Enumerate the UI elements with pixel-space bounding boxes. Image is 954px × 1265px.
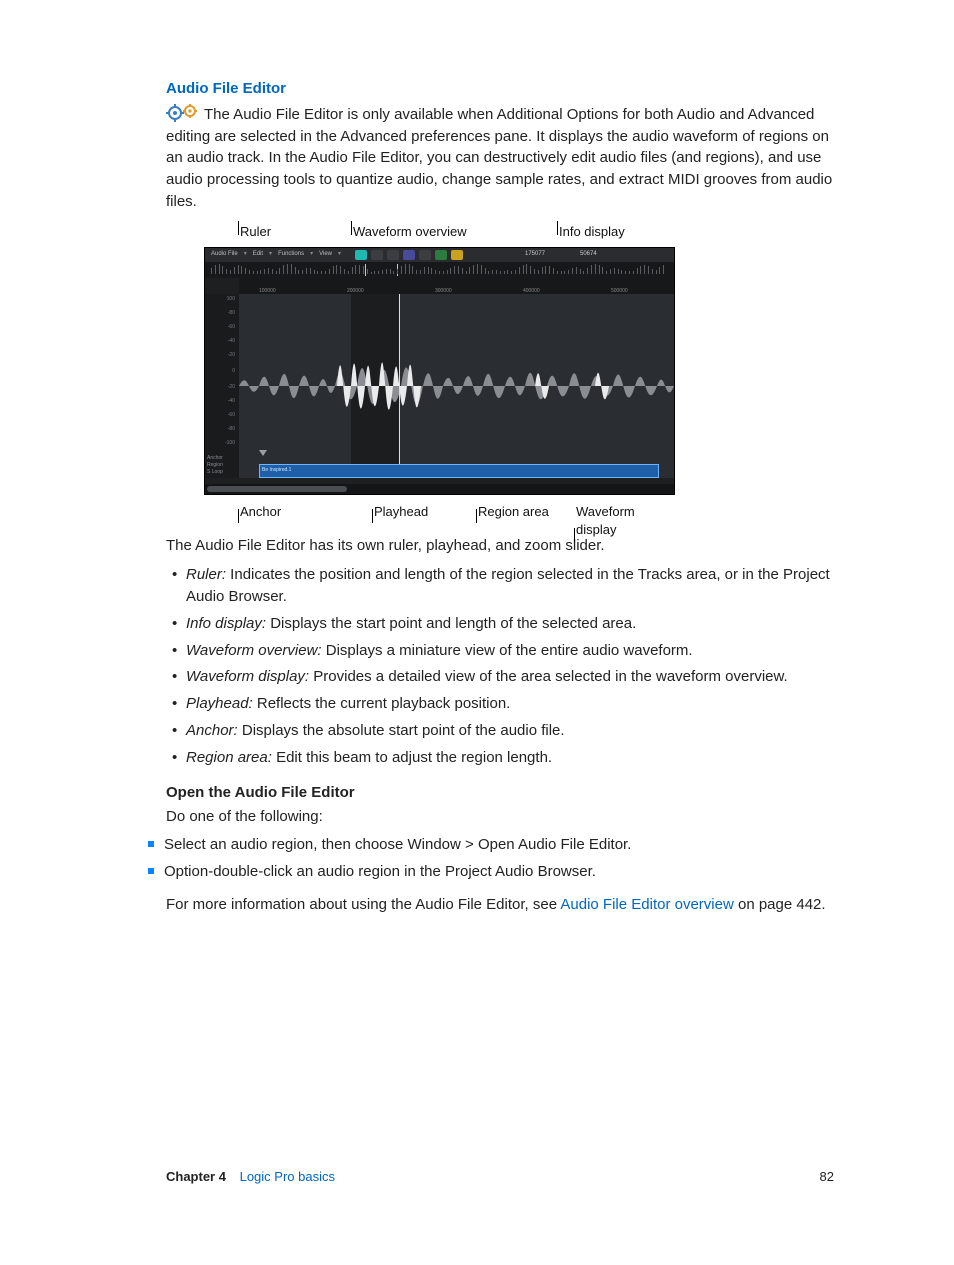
definitions-list: Ruler: Indicates the position and length…	[166, 564, 834, 768]
term: Info display:	[186, 615, 266, 632]
square-bullet-icon	[148, 841, 154, 847]
tool-chip[interactable]	[419, 250, 431, 260]
definition: Reflects the current playback position.	[253, 695, 511, 712]
playhead[interactable]	[399, 294, 400, 478]
annot-region-area: Region area	[478, 503, 549, 522]
gutter-label: -80	[205, 426, 235, 433]
term: Playhead:	[186, 695, 253, 712]
page-footer: Chapter 4 Logic Pro basics 82	[166, 1168, 834, 1187]
amplitude-gutter: 100 -80 -60 -40 -20 0 -20 -40 -60 -80 -1…	[205, 294, 239, 478]
tool-chip[interactable]	[435, 250, 447, 260]
annot-waveform-overview: Waveform overview	[353, 223, 467, 242]
annotations-bottom: Anchor Playhead Region area Waveform dis…	[204, 495, 673, 523]
gutter-label: -20	[205, 352, 235, 359]
term: Waveform display:	[186, 668, 309, 685]
subheading: Open the Audio File Editor	[166, 782, 834, 804]
sub-intro: Do one of the following:	[166, 806, 834, 828]
definition: Displays the start point and length of t…	[266, 615, 636, 632]
gutter-label: -60	[205, 412, 235, 419]
info-display-length: 50674	[580, 250, 597, 259]
tool-chip[interactable]	[451, 250, 463, 260]
list-item: Ruler: Indicates the position and length…	[166, 564, 834, 608]
region-area[interactable]: Be Inspired.1	[259, 464, 659, 478]
term: Ruler:	[186, 566, 226, 583]
waveform-svg	[239, 294, 674, 478]
editor-menubar: Audio File▾ Edit▾ Functions▾ View▾ 17507…	[205, 248, 674, 262]
term: Anchor:	[186, 722, 238, 739]
step-text: Option-double-click an audio region in t…	[164, 863, 596, 880]
annot-playhead: Playhead	[374, 503, 428, 522]
gutter-label: -40	[205, 338, 235, 345]
steps-list: Select an audio region, then choose Wind…	[166, 834, 834, 883]
list-item: Select an audio region, then choose Wind…	[148, 834, 834, 856]
intro-paragraph: The Audio File Editor is only available …	[166, 104, 834, 213]
list-item: Waveform display: Provides a detailed vi…	[166, 666, 834, 688]
closing-text-b: on page 442.	[734, 896, 826, 913]
scrollbar[interactable]	[205, 484, 674, 494]
definition: Indicates the position and length of the…	[186, 566, 830, 605]
scroll-thumb[interactable]	[207, 486, 347, 492]
waveform-overview[interactable]	[205, 262, 674, 278]
footer-title: Logic Pro basics	[240, 1169, 335, 1184]
list-item: Playhead: Reflects the current playback …	[166, 693, 834, 715]
annotations-top: Ruler Waveform overview Info display	[204, 223, 673, 247]
definition: Displays a miniature view of the entire …	[322, 642, 693, 659]
step-text: Select an audio region, then choose Wind…	[164, 836, 631, 853]
definition: Edit this beam to adjust the region leng…	[272, 749, 552, 766]
gutter-label: -60	[205, 324, 235, 331]
menu-audio-file[interactable]: Audio File	[211, 250, 238, 259]
list-item: Region area: Edit this beam to adjust th…	[166, 747, 834, 769]
list-item: Anchor: Displays the absolute start poin…	[166, 720, 834, 742]
list-item: Waveform overview: Displays a miniature …	[166, 640, 834, 662]
closing-text-a: For more information about using the Aud…	[166, 896, 560, 913]
region-label: Be Inspired.1	[260, 465, 658, 475]
list-item: Info display: Displays the start point a…	[166, 613, 834, 635]
menu-view[interactable]: View	[319, 250, 332, 259]
info-display-start: 175077	[525, 250, 545, 259]
gutter-footer: Anchor Region S Loop	[205, 453, 243, 478]
section-heading: Audio File Editor	[166, 78, 834, 100]
tool-chip[interactable]	[387, 250, 399, 260]
link-audio-file-editor-overview[interactable]: Audio File Editor overview	[560, 896, 733, 913]
list-item: Option-double-click an audio region in t…	[148, 861, 834, 883]
gutter-label: -80	[205, 310, 235, 317]
menu-edit[interactable]: Edit	[253, 250, 263, 259]
square-bullet-icon	[148, 868, 154, 874]
term: Waveform overview:	[186, 642, 322, 659]
gutter-label: -20	[205, 384, 235, 391]
gutter-label: -40	[205, 398, 235, 405]
intro-text: The Audio File Editor is only available …	[166, 106, 832, 210]
gutter-label: 0	[205, 368, 235, 375]
audio-file-editor-screenshot: Audio File▾ Edit▾ Functions▾ View▾ 17507…	[204, 247, 675, 495]
waveform-display[interactable]: Be Inspired.1	[239, 294, 674, 478]
definition: Displays the absolute start point of the…	[238, 722, 565, 739]
annot-ruler: Ruler	[240, 223, 271, 242]
closing-paragraph: For more information about using the Aud…	[166, 894, 834, 916]
menu-functions[interactable]: Functions	[278, 250, 304, 259]
annot-info-display: Info display	[559, 223, 625, 242]
gutter-region-label: Region	[207, 462, 241, 469]
figure: Ruler Waveform overview Info display Aud…	[204, 223, 673, 523]
term: Region area:	[186, 749, 272, 766]
gears-icon	[166, 104, 200, 122]
footer-chapter: Chapter 4	[166, 1169, 226, 1184]
annot-anchor: Anchor	[240, 503, 281, 522]
definition: Provides a detailed view of the area sel…	[309, 668, 788, 685]
footer-page-number: 82	[820, 1168, 834, 1187]
tool-chip[interactable]	[403, 250, 415, 260]
gutter-label: 100	[205, 296, 235, 303]
tool-chip[interactable]	[371, 250, 383, 260]
tool-chip[interactable]	[355, 250, 367, 260]
gutter-sloop-label: S Loop	[207, 469, 241, 476]
gutter-label: -100	[205, 440, 235, 447]
anchor-marker[interactable]	[259, 450, 267, 456]
ruler[interactable]: 100000 200000 300000 400000 500000	[239, 278, 674, 294]
annot-waveform-display: Waveform display	[576, 503, 673, 541]
post-figure-paragraph: The Audio File Editor has its own ruler,…	[166, 535, 834, 557]
gutter-anchor-label: Anchor	[207, 455, 241, 462]
